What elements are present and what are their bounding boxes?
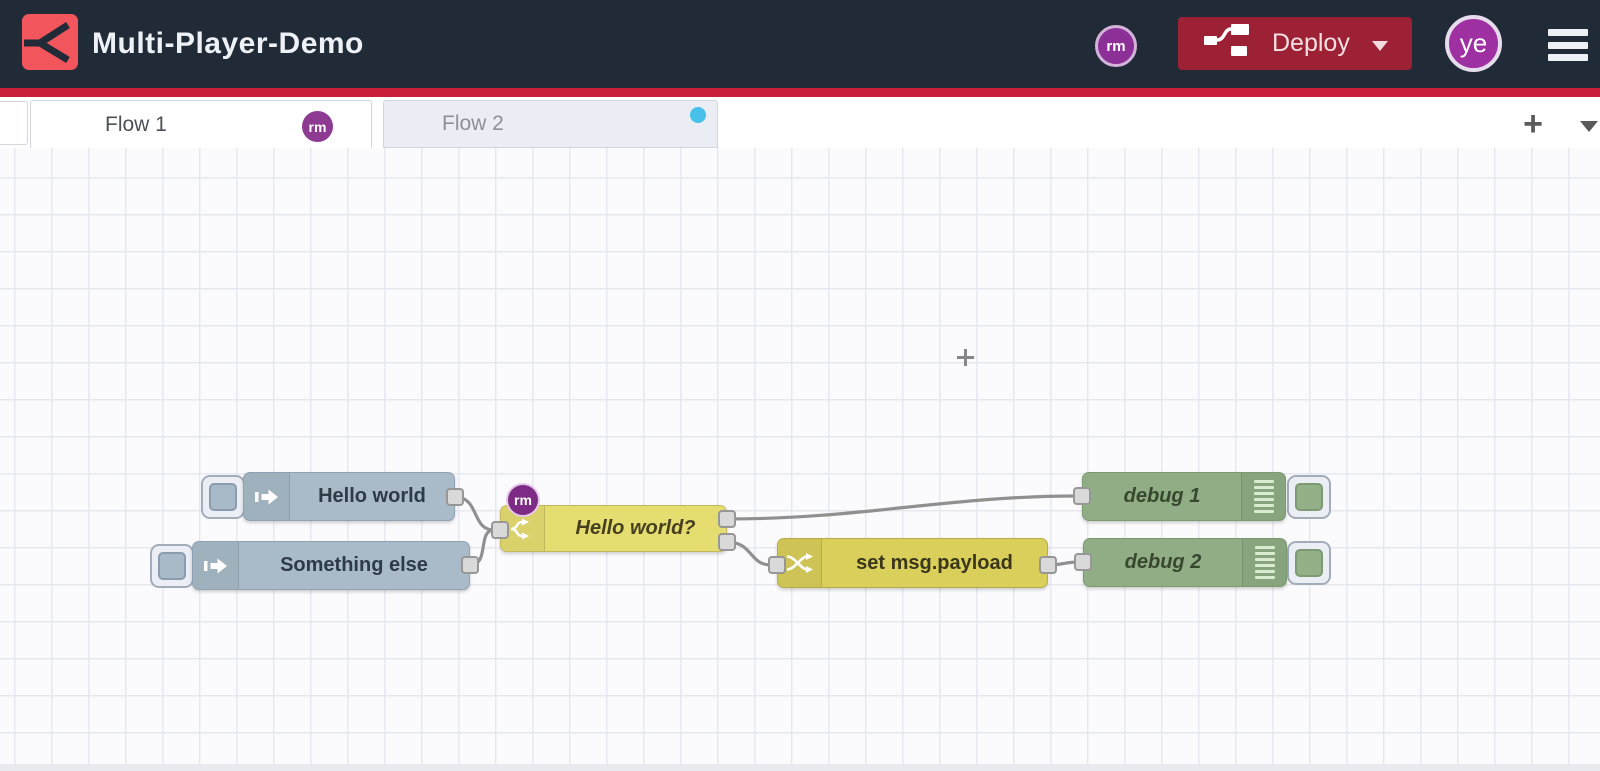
flow-editor: Multi-Player-Demo rm Deploy ye Flow 1 rm…	[0, 0, 1600, 771]
debug-icon	[1241, 473, 1285, 520]
deploy-button[interactable]: Deploy	[1178, 17, 1412, 70]
node-label: set msg.payload	[856, 551, 1013, 574]
collaborator-badge[interactable]: rm	[1095, 25, 1137, 67]
node-inject-something-else[interactable]: Something else	[192, 541, 470, 590]
tab-flow-2[interactable]: Flow 2	[383, 100, 718, 148]
user-avatar[interactable]: ye	[1445, 15, 1502, 72]
node-inject-hello-world[interactable]: Hello world	[243, 472, 455, 521]
debug-icon	[1242, 539, 1286, 586]
node-label: Hello world	[318, 485, 426, 507]
debug-toggle-button[interactable]	[1287, 475, 1331, 519]
node-debug-1[interactable]: debug 1	[1082, 472, 1286, 521]
output-port[interactable]	[446, 488, 464, 506]
output-port[interactable]	[461, 556, 479, 574]
unsaved-changes-dot	[690, 107, 706, 123]
debug-toggle-inner	[1295, 549, 1323, 577]
input-port[interactable]	[1073, 487, 1091, 505]
inject-trigger-button[interactable]	[150, 544, 194, 588]
tab-list-chevron-icon[interactable]	[1580, 121, 1598, 132]
header-bar: Multi-Player-Demo rm Deploy ye	[0, 0, 1600, 88]
inject-trigger-inner	[209, 483, 237, 511]
flow-canvas[interactable]: Hello world Something else Hello world? …	[0, 148, 1600, 771]
node-label: debug 2	[1124, 551, 1202, 573]
tab-collaborator-badge: rm	[302, 111, 333, 142]
output-port[interactable]	[1039, 556, 1057, 574]
wire	[725, 494, 1078, 521]
node-change-set-payload[interactable]: set msg.payload	[777, 538, 1048, 588]
output-port-1[interactable]	[718, 510, 736, 528]
tab-flow-2-label: Flow 2	[442, 112, 504, 135]
node-label: Hello world?	[575, 517, 696, 539]
debug-toggle-button[interactable]	[1287, 541, 1331, 585]
inject-trigger-inner	[158, 552, 186, 580]
input-port[interactable]	[768, 556, 786, 574]
app-logo-icon[interactable]	[22, 14, 78, 70]
output-port-2[interactable]	[718, 533, 736, 551]
tab-flow-1-label: Flow 1	[105, 112, 167, 136]
wires-layer	[453, 494, 1080, 567]
flow-tab-bar: Flow 1 rm Flow 2 +	[0, 97, 1600, 148]
add-flow-button[interactable]: +	[1514, 105, 1552, 143]
main-menu-icon[interactable]	[1548, 29, 1588, 61]
inject-trigger-button[interactable]	[201, 475, 245, 519]
node-debug-2[interactable]: debug 2	[1083, 538, 1287, 587]
page-title: Multi-Player-Demo	[92, 27, 364, 60]
tab-overflow-stub	[0, 101, 28, 145]
deploy-nodes-icon	[1204, 21, 1250, 66]
input-port[interactable]	[1074, 553, 1092, 571]
tab-flow-1[interactable]: Flow 1 rm	[30, 100, 372, 148]
debug-toggle-inner	[1295, 483, 1323, 511]
input-port[interactable]	[491, 521, 509, 539]
chevron-down-icon[interactable]	[1372, 41, 1388, 51]
inject-icon	[244, 473, 290, 520]
deploy-button-label: Deploy	[1272, 29, 1350, 57]
inject-icon	[193, 542, 239, 589]
node-label: Something else	[280, 554, 428, 576]
crosshair-cursor	[957, 349, 974, 366]
node-label: debug 1	[1123, 485, 1201, 507]
header-accent-divider	[0, 88, 1600, 97]
node-collaborator-badge: rm	[506, 483, 540, 517]
